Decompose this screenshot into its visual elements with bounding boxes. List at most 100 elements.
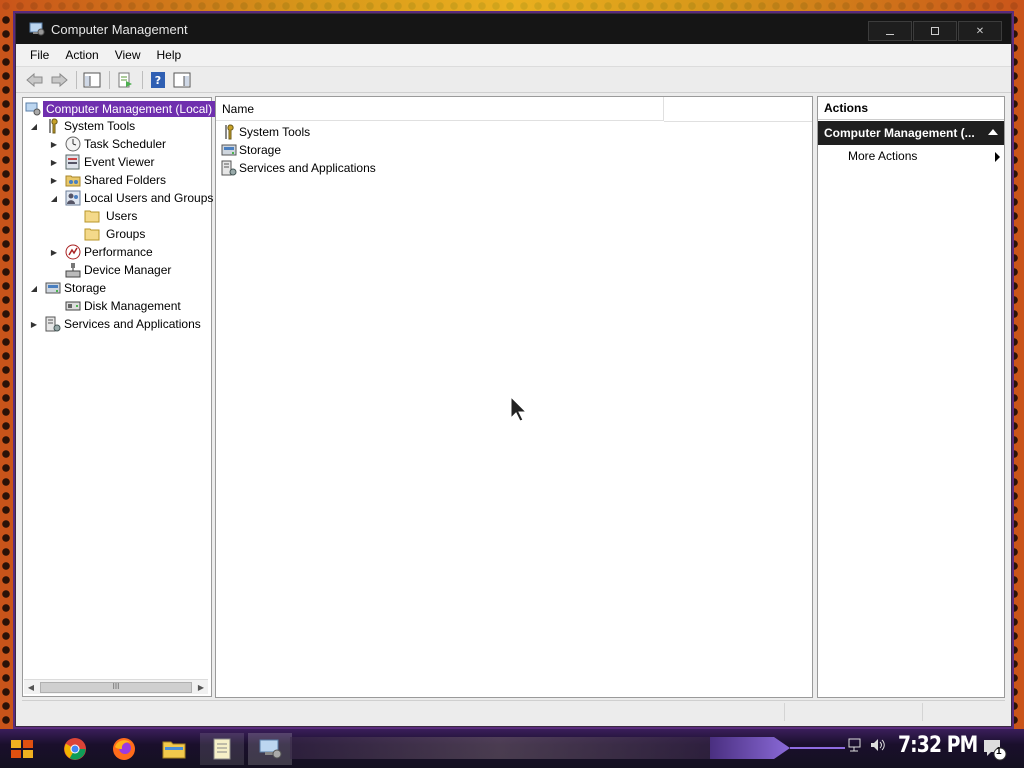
taskbar-file-explorer[interactable] [158, 733, 190, 765]
help-icon: ? [151, 71, 165, 88]
tree-horizontal-scrollbar[interactable]: ◀ III ▶ [24, 679, 208, 694]
show-hide-console-tree-icon [83, 72, 101, 87]
tree-item-event-viewer[interactable]: ▶ Event Viewer [49, 153, 154, 171]
menu-file[interactable]: File [30, 48, 49, 62]
tree-item-system-tools[interactable]: ◢ System Tools [29, 117, 135, 135]
help-button[interactable]: ? [147, 70, 169, 90]
taskbar-firefox[interactable] [108, 733, 140, 765]
console-tree-pane[interactable]: Computer Management (Local) ◢ System Too… [22, 97, 216, 697]
actions-section-computer-management[interactable]: Computer Management (... [818, 121, 1004, 145]
menu-help[interactable]: Help [157, 48, 182, 62]
notification-center-button[interactable]: 1 [981, 733, 1009, 765]
collapse-arrow-icon[interactable]: ◢ [49, 189, 59, 207]
expand-arrow-icon[interactable]: ▶ [49, 243, 59, 261]
services-icon [221, 160, 237, 176]
tree-item-shared-folders[interactable]: ▶ Shared Folders [49, 171, 166, 189]
list-item-label: System Tools [239, 125, 311, 139]
computer-management-app-icon [29, 22, 45, 36]
storage-icon [221, 142, 237, 158]
show-hide-action-pane-icon [173, 72, 191, 87]
toolbar: ? [16, 67, 1011, 93]
tree-item-local-users-and-groups[interactable]: ◢ Local Users and Groups [49, 189, 213, 207]
tree-item-disk-management[interactable]: Disk Management [65, 297, 181, 315]
tree-item-task-scheduler[interactable]: ▶ Task Scheduler [49, 135, 166, 153]
column-header-name[interactable]: Name [216, 97, 664, 121]
scroll-left-icon[interactable]: ◀ [24, 680, 38, 694]
tree-item-groups[interactable]: Groups [84, 225, 145, 243]
status-separator [922, 703, 923, 721]
tools-icon [45, 118, 61, 134]
tree-item-label: Storage [64, 281, 107, 295]
collapse-arrow-icon[interactable]: ◢ [29, 117, 39, 135]
taskbar-computer-management[interactable] [248, 733, 292, 765]
export-list-icon [118, 72, 132, 87]
tree-item-label: Users [106, 209, 138, 223]
toolbar-separator [142, 70, 143, 89]
export-list-button[interactable] [114, 70, 136, 90]
tools-icon [221, 124, 237, 140]
tree-item-services-and-applications[interactable]: ▶ Services and Applications [29, 315, 201, 333]
tree-item-users[interactable]: Users [84, 207, 137, 225]
device-manager-icon [65, 262, 81, 278]
menu-action[interactable]: Action [65, 48, 98, 62]
notification-icon [984, 740, 1007, 761]
volume-icon[interactable] [869, 737, 887, 756]
tree-item-device-manager[interactable]: Device Manager [65, 261, 171, 279]
list-item-services-and-applications[interactable]: Services and Applications [221, 159, 376, 177]
tree-item-label: System Tools [64, 119, 136, 133]
scrollbar-thumb[interactable]: III [40, 682, 192, 693]
more-actions-item[interactable]: More Actions [848, 147, 1000, 165]
event-viewer-icon [65, 154, 81, 170]
menu-view[interactable]: View [115, 48, 141, 62]
computer-management-window: Computer Management ✕ File Action View H… [15, 13, 1012, 727]
taskbar-decoration-line [790, 747, 845, 749]
expand-arrow-icon[interactable]: ▶ [49, 135, 59, 153]
collapse-up-icon[interactable] [988, 129, 998, 135]
close-icon: ✕ [975, 25, 985, 37]
scroll-right-icon[interactable]: ▶ [194, 680, 208, 694]
list-item-storage[interactable]: Storage [221, 141, 281, 159]
disk-icon [65, 298, 81, 314]
taskbar-decoration [290, 737, 710, 759]
start-button[interactable] [6, 733, 38, 765]
tree-item-performance[interactable]: ▶ Performance [49, 243, 153, 261]
title-bar[interactable]: Computer Management ✕ [16, 14, 1011, 44]
back-button[interactable] [24, 70, 46, 90]
minimize-icon [886, 33, 894, 35]
taskbar-decoration-arrow [710, 737, 790, 759]
forward-button[interactable] [48, 70, 70, 90]
actions-section-label: Computer Management (... [824, 126, 975, 140]
tree-item-label: Device Manager [84, 263, 172, 277]
taskbar-clock[interactable]: 7:32 PM [898, 733, 978, 758]
minimize-button[interactable] [868, 21, 912, 41]
network-icon[interactable] [847, 737, 863, 756]
services-icon [45, 316, 61, 332]
svg-text:?: ? [155, 74, 161, 87]
menu-bar: File Action View Help [16, 44, 1011, 67]
column-header-label: Name [222, 101, 255, 116]
toolbar-separator [76, 70, 77, 89]
maximize-button[interactable] [913, 21, 957, 41]
expand-arrow-icon[interactable]: ▶ [49, 153, 59, 171]
collapse-arrow-icon[interactable]: ◢ [29, 279, 39, 297]
tree-item-computer-management-local[interactable]: Computer Management (Local) [25, 100, 216, 118]
show-hide-action-pane-button[interactable] [171, 70, 193, 90]
taskbar-chrome[interactable] [59, 733, 91, 765]
close-button[interactable]: ✕ [958, 21, 1002, 41]
taskbar-notepad[interactable] [200, 733, 244, 765]
show-hide-console-tree-button[interactable] [81, 70, 103, 90]
list-item-label: Storage [239, 143, 282, 157]
computer-management-icon [25, 101, 41, 117]
list-item-system-tools[interactable]: System Tools [221, 123, 310, 141]
tree-item-storage[interactable]: ◢ Storage [29, 279, 106, 297]
column-header-empty[interactable] [664, 97, 812, 122]
performance-icon [65, 244, 81, 260]
notepad-icon [213, 738, 231, 760]
actions-header: Actions [818, 97, 1004, 120]
folder-icon [84, 208, 100, 224]
expand-arrow-icon[interactable]: ▶ [29, 315, 39, 333]
tree-item-label: Performance [84, 245, 153, 259]
notification-count: 1 [996, 746, 1002, 757]
expand-arrow-icon[interactable]: ▶ [49, 171, 59, 189]
firefox-icon [113, 738, 135, 760]
